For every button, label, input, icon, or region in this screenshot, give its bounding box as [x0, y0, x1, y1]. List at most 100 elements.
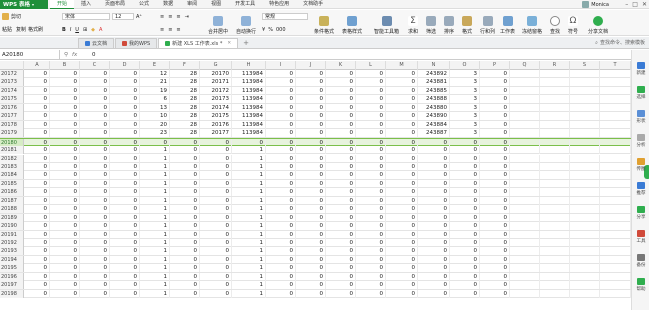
- grid-cell[interactable]: 0: [170, 188, 200, 197]
- grid-cell[interactable]: 3: [450, 120, 480, 129]
- grid-cell[interactable]: 23: [140, 129, 170, 138]
- grid-cell[interactable]: [570, 154, 600, 163]
- grid-cell[interactable]: 1: [140, 281, 170, 290]
- row-header[interactable]: 20190: [0, 222, 24, 231]
- grid-cell[interactable]: 0: [418, 188, 450, 197]
- grid-cell[interactable]: 1: [232, 247, 266, 256]
- grid-cell[interactable]: 0: [266, 230, 296, 239]
- merge-center-button[interactable]: 合并居中: [208, 11, 228, 35]
- fx-icon[interactable]: fx: [72, 52, 77, 58]
- grid-cell[interactable]: 113984: [232, 86, 266, 95]
- grid-cell[interactable]: 0: [50, 230, 80, 239]
- document-tab[interactable]: 云文档: [78, 38, 115, 48]
- grid-cell[interactable]: 0: [110, 146, 140, 155]
- grid-cell[interactable]: 0: [386, 289, 418, 298]
- grid-cell[interactable]: 243888: [418, 95, 450, 104]
- column-header[interactable]: T: [600, 61, 631, 70]
- grid-cell[interactable]: 0: [356, 289, 386, 298]
- smart-toolbox-button[interactable]: 智能工具箱: [374, 11, 399, 35]
- grid-cell[interactable]: 0: [80, 86, 110, 95]
- grid-cell[interactable]: [510, 86, 540, 95]
- grid-cell[interactable]: 0: [170, 196, 200, 205]
- grid-cell[interactable]: 0: [80, 120, 110, 129]
- grid-cell[interactable]: 0: [480, 289, 510, 298]
- grid-cell[interactable]: 0: [110, 196, 140, 205]
- grid-cell[interactable]: 0: [25, 179, 50, 188]
- grid-cell[interactable]: 0: [80, 188, 110, 197]
- grid-cell[interactable]: [540, 112, 570, 121]
- grid-cell[interactable]: 0: [296, 239, 326, 247]
- grid-cell[interactable]: 0: [110, 281, 140, 290]
- grid-cell[interactable]: 0: [326, 162, 356, 171]
- grid-cell[interactable]: 20172: [200, 86, 232, 95]
- grid-cell[interactable]: [600, 281, 631, 290]
- number-format-select[interactable]: 常规: [262, 13, 308, 20]
- grid-cell[interactable]: 1: [140, 162, 170, 171]
- grid-cell[interactable]: 243890: [418, 112, 450, 121]
- grid-cell[interactable]: [540, 78, 570, 87]
- copy-button[interactable]: 复制: [16, 26, 26, 33]
- grid-cell[interactable]: 0: [266, 205, 296, 214]
- grid-cell[interactable]: 0: [386, 272, 418, 281]
- grid-cell[interactable]: 0: [266, 272, 296, 281]
- grid-cell[interactable]: 0: [200, 289, 232, 298]
- grid-cell[interactable]: 0: [25, 103, 50, 112]
- grid-cell[interactable]: 0: [266, 154, 296, 163]
- grid-cell[interactable]: 0: [170, 154, 200, 163]
- side-panel-item[interactable]: 备份: [632, 254, 649, 268]
- menu-item[interactable]: 公式: [132, 0, 156, 9]
- grid-cell[interactable]: 0: [296, 86, 326, 95]
- grid-cell[interactable]: 0: [450, 171, 480, 180]
- grid-cell[interactable]: 0: [356, 239, 386, 247]
- grid-cell[interactable]: 0: [450, 154, 480, 163]
- grid-cell[interactable]: 0: [170, 239, 200, 247]
- grid-cell[interactable]: [600, 162, 631, 171]
- row-header[interactable]: 20172: [0, 70, 24, 78]
- grid-cell[interactable]: 0: [480, 255, 510, 264]
- grid-cell[interactable]: 20171: [200, 78, 232, 87]
- grid-cell[interactable]: 0: [356, 205, 386, 214]
- grid-cell[interactable]: 0: [170, 281, 200, 290]
- font-name-select[interactable]: 宋体: [62, 13, 110, 20]
- grid-cell[interactable]: 1: [140, 146, 170, 155]
- grid-cell[interactable]: 0: [480, 129, 510, 138]
- column-header[interactable]: A: [25, 61, 50, 70]
- grid-cell[interactable]: 0: [386, 222, 418, 231]
- grid-cell[interactable]: 0: [450, 162, 480, 171]
- menu-item[interactable]: 视图: [204, 0, 228, 9]
- row-header[interactable]: 20182: [0, 154, 24, 163]
- grid-cell[interactable]: [540, 129, 570, 138]
- grid-cell[interactable]: 0: [110, 264, 140, 273]
- grid-cell[interactable]: 0: [266, 95, 296, 104]
- menu-item[interactable]: 开始: [50, 0, 75, 9]
- grid-cell[interactable]: [600, 120, 631, 129]
- grid-cell[interactable]: [600, 70, 631, 78]
- side-panel-item[interactable]: 形状: [632, 110, 649, 124]
- grid-cell[interactable]: [510, 78, 540, 87]
- grid-cell[interactable]: 0: [480, 86, 510, 95]
- grid-cell[interactable]: [600, 205, 631, 214]
- grid-cell[interactable]: 0: [418, 239, 450, 247]
- grid-cell[interactable]: 0: [50, 103, 80, 112]
- grid-cell[interactable]: 0: [200, 230, 232, 239]
- grid-cell[interactable]: 0: [80, 239, 110, 247]
- grid-cell[interactable]: [570, 239, 600, 247]
- grid-cell[interactable]: 1: [140, 247, 170, 256]
- menu-item[interactable]: 数据: [156, 0, 180, 9]
- grid-cell[interactable]: 1: [232, 222, 266, 231]
- grid-cell[interactable]: [540, 95, 570, 104]
- grid-cell[interactable]: 12: [140, 70, 170, 78]
- grid-cell[interactable]: [540, 70, 570, 78]
- grid-cell[interactable]: [540, 281, 570, 290]
- grid-cell[interactable]: 20170: [200, 70, 232, 78]
- grid-cell[interactable]: 0: [356, 86, 386, 95]
- grid-cell[interactable]: 0: [266, 179, 296, 188]
- grid-cell[interactable]: [510, 162, 540, 171]
- grid-cell[interactable]: 0: [266, 239, 296, 247]
- grid-cell[interactable]: [540, 239, 570, 247]
- grid-cell[interactable]: 0: [110, 129, 140, 138]
- grid-cell[interactable]: 0: [200, 179, 232, 188]
- align-center-icon[interactable]: ≡: [168, 27, 172, 33]
- grid-cell[interactable]: 0: [356, 264, 386, 273]
- grid-cell[interactable]: 0: [480, 78, 510, 87]
